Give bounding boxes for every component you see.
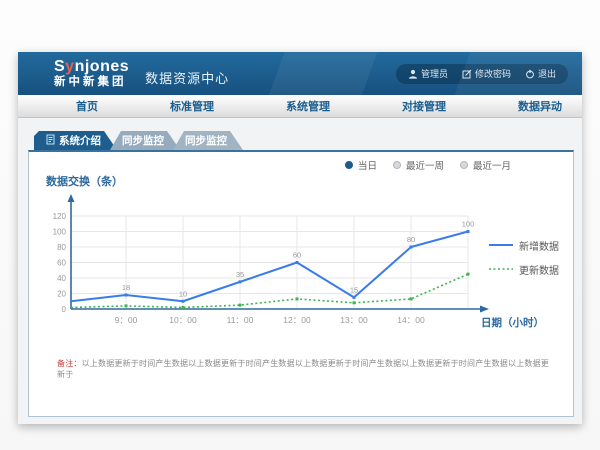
svg-text:9：00: 9：00 [115, 315, 138, 325]
footnote: 备注：以上数据更新于时间产生数据以上数据更新于时间产生数据以上数据更新于时间产生… [57, 358, 555, 380]
nav-item-system-mgmt[interactable]: 系统管理 [250, 98, 366, 114]
radio-last-week[interactable]: 最近一周 [393, 158, 444, 172]
svg-text:60: 60 [57, 259, 66, 268]
radio-label: 当日 [358, 158, 377, 172]
radio-selected-icon [345, 161, 353, 169]
tab-bar: 系统介绍 同步监控 同步监控 [34, 131, 582, 150]
svg-text:14：00: 14：00 [397, 315, 425, 325]
radio-unselected-icon [460, 161, 468, 169]
legend-item-new-data: 新增数据 [489, 238, 559, 253]
logout-label: 退出 [538, 67, 556, 80]
document-icon [46, 134, 55, 148]
svg-text:15: 15 [350, 285, 358, 294]
svg-text:10：00: 10：00 [169, 315, 197, 325]
tab-label: 系统介绍 [59, 133, 101, 148]
radio-last-month[interactable]: 最近一月 [460, 158, 511, 172]
chart-legend: 新增数据 更新数据 [489, 238, 559, 286]
svg-text:11：00: 11：00 [227, 315, 254, 325]
tab-label: 同步监控 [185, 133, 227, 148]
brand-logo: Synjones 新中新集团 [54, 59, 129, 89]
legend-item-update-data: 更新数据 [489, 262, 559, 277]
footnote-prefix: 备注： [57, 359, 82, 368]
user-menu[interactable]: 管理员 [408, 67, 448, 80]
svg-text:20: 20 [57, 290, 66, 299]
svg-text:60: 60 [293, 251, 301, 260]
svg-text:120: 120 [53, 212, 67, 221]
svg-text:80: 80 [57, 243, 66, 252]
svg-text:10: 10 [179, 289, 187, 298]
radio-label: 最近一周 [406, 158, 444, 172]
nav-item-home[interactable]: 首页 [40, 98, 134, 114]
legend-label: 新增数据 [519, 238, 559, 253]
logout-button[interactable]: 退出 [525, 67, 556, 80]
svg-text:80: 80 [407, 235, 415, 244]
page: Synjones 新中新集团 数据资源中心 管理员 修改密码 退出 [0, 0, 600, 450]
nav-item-interface-mgmt[interactable]: 对接管理 [366, 98, 482, 114]
power-icon [525, 69, 535, 79]
user-menu-label: 管理员 [421, 67, 448, 80]
chart-y-axis-title: 数据交换（条） [46, 173, 123, 189]
svg-text:18: 18 [122, 283, 130, 292]
time-range-options: 当日 最近一周 最近一月 [345, 158, 511, 172]
radio-label: 最近一月 [473, 158, 511, 172]
app-body: 系统介绍 同步监控 同步监控 当日 最近一周 [18, 118, 582, 417]
svg-text:0: 0 [62, 305, 67, 314]
legend-line-dotted-icon [489, 264, 513, 275]
tab-sync-monitor-1[interactable]: 同步监控 [110, 131, 180, 150]
tab-sync-monitor-2[interactable]: 同步监控 [173, 131, 243, 150]
svg-text:12：00: 12：00 [283, 315, 311, 325]
app-title: 数据资源中心 [145, 68, 229, 87]
brand-logo-cn: 新中新集团 [54, 77, 129, 89]
nav-item-standard-mgmt[interactable]: 标准管理 [134, 98, 250, 114]
tab-label: 同步监控 [122, 133, 164, 148]
app-header: Synjones 新中新集团 数据资源中心 管理员 修改密码 退出 [18, 52, 582, 95]
main-nav: 首页 标准管理 系统管理 对接管理 数据异动 [18, 95, 582, 118]
user-icon [408, 69, 418, 79]
user-bar: 管理员 修改密码 退出 [396, 64, 568, 84]
legend-label: 更新数据 [519, 262, 559, 277]
svg-text:100: 100 [462, 220, 475, 229]
footnote-text: 以上数据更新于时间产生数据以上数据更新于时间产生数据以上数据更新于时间产生数据以… [57, 359, 549, 379]
radio-today[interactable]: 当日 [345, 158, 377, 172]
svg-text:100: 100 [53, 228, 67, 237]
legend-line-solid-icon [489, 240, 513, 251]
content-panel: 当日 最近一周 最近一月 数据交换（条） 0 20 40 60 80 100 120 9：00… [28, 150, 574, 417]
nav-item-data-change[interactable]: 数据异动 [482, 98, 598, 114]
radio-unselected-icon [393, 161, 401, 169]
app-window: Synjones 新中新集团 数据资源中心 管理员 修改密码 退出 [18, 52, 582, 424]
change-password-label: 修改密码 [475, 67, 511, 80]
svg-text:日期（小时）: 日期（小时） [481, 316, 544, 329]
svg-text:40: 40 [57, 274, 66, 283]
change-password-button[interactable]: 修改密码 [462, 67, 511, 80]
brand-logo-text: Synjones [54, 59, 129, 75]
tab-system-intro[interactable]: 系统介绍 [34, 131, 117, 150]
svg-text:13：00: 13：00 [340, 315, 368, 325]
svg-text:35: 35 [236, 270, 244, 279]
edit-icon [462, 69, 472, 79]
